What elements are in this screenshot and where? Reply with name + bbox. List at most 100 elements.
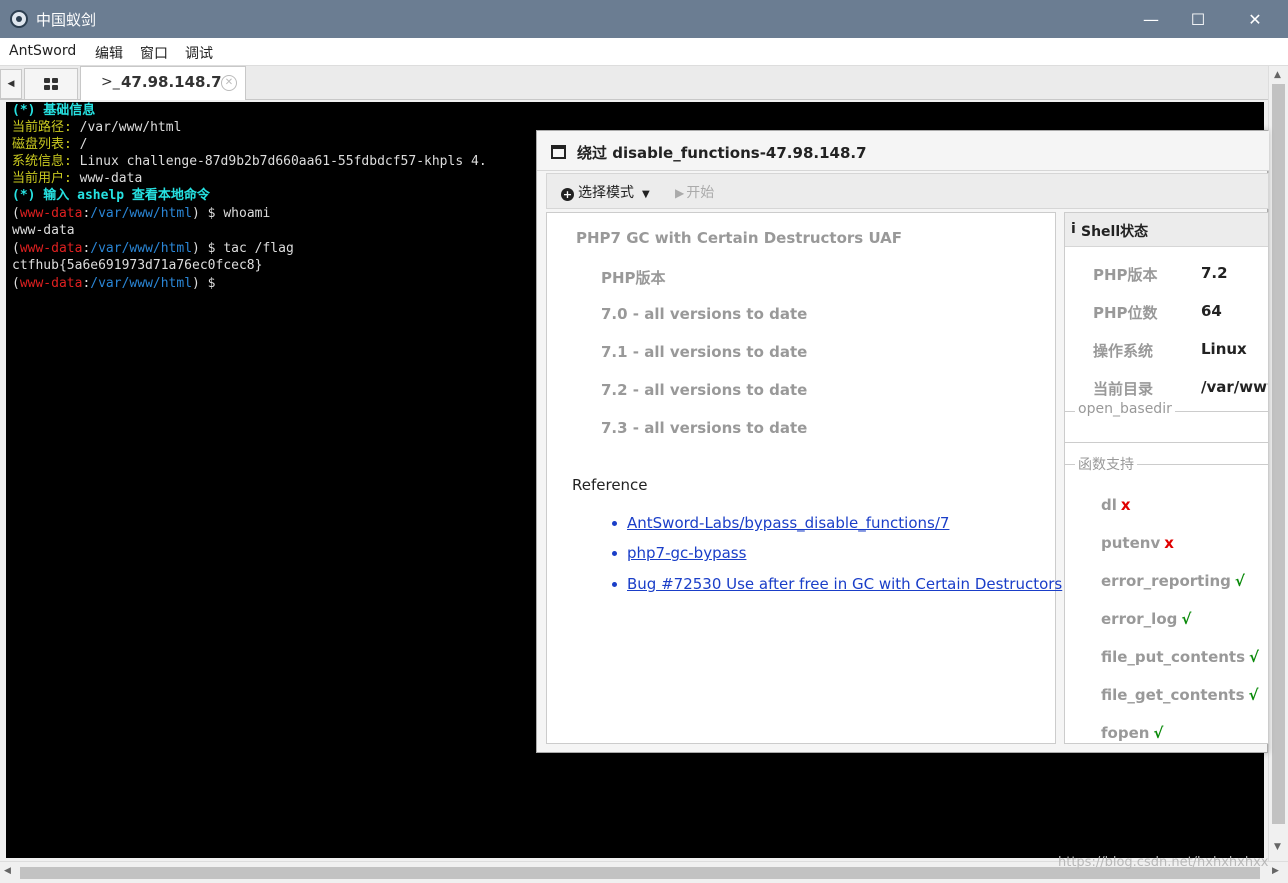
disk-value: /: [71, 137, 88, 152]
tab-home[interactable]: [24, 68, 78, 100]
cross-icon: x: [1164, 534, 1174, 552]
terminal-cmd-line: (www-data:/var/www/html) $ whoami: [12, 206, 271, 221]
menu-edit[interactable]: 编辑: [95, 43, 123, 63]
window-title: 中国蚁剑: [36, 11, 97, 29]
user-label: 当前用户:: [12, 171, 72, 186]
terminal-disk-line: 磁盘列表: /: [12, 136, 87, 153]
play-icon: ▶: [675, 186, 685, 200]
dialog-title: 绕过 disable_functions-47.98.148.7: [577, 144, 867, 162]
status-value: Linux: [1201, 340, 1247, 358]
status-label: PHP位数: [1093, 304, 1158, 322]
reference-link[interactable]: AntSword-Labs/bypass_disable_functions/7: [627, 514, 949, 532]
minimize-button[interactable]: —: [1128, 0, 1174, 38]
version-item: 7.3 - all versions to date: [601, 419, 808, 437]
command-text: ) $ tac /flag: [192, 241, 294, 256]
sys-label: 系统信息:: [12, 154, 72, 169]
sys-value: Linux challenge-87d9b2b7d660aa61-55fdbdc…: [71, 154, 487, 169]
function-item: error_log √: [1101, 610, 1192, 628]
select-mode-button[interactable]: + 选择模式 ▼: [561, 182, 650, 202]
open-basedir-legend: open_basedir: [1075, 401, 1175, 417]
terminal-help-line: (*) 输入 ashelp 查看本地命令: [12, 188, 210, 203]
bullet-icon: [612, 582, 617, 587]
terminal-output: ctfhub{5a6e691973d71a76ec0fcec8}: [12, 258, 263, 273]
menu-window[interactable]: 窗口: [140, 43, 168, 63]
title-bar: 中国蚁剑 — ☐ ✕: [0, 0, 1288, 38]
function-item: putenv x: [1101, 534, 1174, 552]
tab-bar: ◀ >_ 47.98.148.7 ✕: [0, 66, 1268, 100]
bypass-dialog: 绕过 disable_functions-47.98.148.7 + 选择模式 ▼ …: [536, 130, 1269, 753]
function-item: fopen √: [1101, 724, 1164, 742]
terminal-icon: >_: [101, 74, 120, 90]
php-version-heading: PHP版本: [601, 269, 666, 287]
command-text: ) $ whoami: [192, 206, 271, 221]
status-value: 64: [1201, 302, 1222, 320]
menu-debug[interactable]: 调试: [185, 43, 213, 63]
check-icon: √: [1153, 724, 1164, 742]
grid-icon: [44, 78, 58, 90]
reference-link[interactable]: Bug #72530 Use after free in GC with Cer…: [627, 575, 1062, 593]
status-label: PHP版本: [1093, 266, 1158, 284]
terminal-header: (*) 基础信息: [12, 103, 96, 118]
bullet-icon: [612, 551, 617, 556]
scroll-down-icon[interactable]: ▼: [1274, 842, 1281, 852]
dialog-header[interactable]: 绕过 disable_functions-47.98.148.7: [537, 131, 1269, 171]
menu-bar: AntSword 编辑 窗口 调试: [0, 38, 1288, 66]
function-item: error_reporting √: [1101, 572, 1245, 590]
version-item: 7.1 - all versions to date: [601, 343, 808, 361]
tab-scroll-left-icon[interactable]: ◀: [0, 69, 22, 99]
path-label: 当前路径:: [12, 120, 72, 135]
shell-status-panel: i Shell状态 PHP版本 7.2 PHP位数 64 操作系统 Linux …: [1064, 212, 1269, 744]
check-icon: √: [1234, 572, 1245, 590]
terminal-sys-line: 系统信息: Linux challenge-87d9b2b7d660aa61-5…: [12, 153, 487, 170]
check-icon: √: [1248, 686, 1259, 704]
maximize-button[interactable]: ☐: [1175, 0, 1221, 38]
tab-close-icon[interactable]: ✕: [221, 75, 237, 91]
status-value: /var/www: [1201, 378, 1268, 396]
exploit-name: PHP7 GC with Certain Destructors UAF: [576, 229, 903, 247]
divider: [1065, 442, 1268, 443]
command-text: ) $: [192, 276, 216, 291]
status-label: 当前目录: [1093, 380, 1154, 398]
menu-antsword[interactable]: AntSword: [9, 43, 76, 59]
function-item: file_put_contents √: [1101, 648, 1260, 666]
vertical-scrollbar[interactable]: ▲ ▼: [1268, 66, 1288, 861]
close-button[interactable]: ✕: [1232, 0, 1278, 38]
terminal-output: www-data: [12, 223, 75, 238]
start-button[interactable]: ▶ 开始: [675, 182, 714, 202]
check-icon: √: [1181, 610, 1192, 628]
reference-label: Reference: [572, 476, 648, 494]
shell-status-title: Shell状态: [1081, 224, 1149, 240]
prompt-user: www-data: [19, 276, 83, 291]
scroll-right-icon[interactable]: ▶: [1272, 866, 1279, 876]
antsword-logo-icon: [10, 10, 28, 28]
shell-status-header: i Shell状态: [1065, 213, 1268, 247]
function-item: dl x: [1101, 496, 1131, 514]
version-item: 7.2 - all versions to date: [601, 381, 808, 399]
watermark: https://blog.csdn.net/hxhxhxhxx: [1058, 855, 1269, 870]
path-value: /var/www/html: [71, 120, 182, 135]
user-value: www-data: [71, 171, 143, 186]
prompt-path: /var/www/html: [90, 241, 193, 256]
terminal-cmd-line: (www-data:/var/www/html) $ tac /flag: [12, 241, 294, 256]
scroll-thumb[interactable]: [1272, 84, 1285, 824]
status-value: 7.2: [1201, 264, 1228, 282]
cross-icon: x: [1120, 496, 1131, 514]
scroll-left-icon[interactable]: ◀: [4, 866, 11, 876]
terminal-cmd-line[interactable]: (www-data:/var/www/html) $: [12, 275, 216, 292]
tab-terminal-label: 47.98.148.7: [121, 73, 222, 91]
function-item: file_get_contents √: [1101, 686, 1259, 704]
prompt-user: www-data: [19, 241, 83, 256]
scroll-up-icon[interactable]: ▲: [1274, 70, 1281, 80]
terminal-path-line: 当前路径: /var/www/html: [12, 119, 181, 136]
terminal-user-line: 当前用户: www-data: [12, 170, 142, 187]
window-icon: [551, 145, 566, 159]
reference-link[interactable]: php7-gc-bypass: [627, 544, 746, 562]
exploit-info-panel: PHP7 GC with Certain Destructors UAF PHP…: [546, 212, 1062, 744]
status-label: 操作系统: [1093, 342, 1154, 360]
tab-terminal[interactable]: >_ 47.98.148.7 ✕: [80, 66, 246, 100]
dialog-toolbar: + 选择模式 ▼ ▶ 开始: [546, 173, 1269, 209]
prompt-user: www-data: [19, 206, 83, 221]
plus-circle-icon: +: [561, 188, 574, 201]
bullet-icon: [612, 521, 617, 526]
prompt-path: /var/www/html: [90, 276, 193, 291]
